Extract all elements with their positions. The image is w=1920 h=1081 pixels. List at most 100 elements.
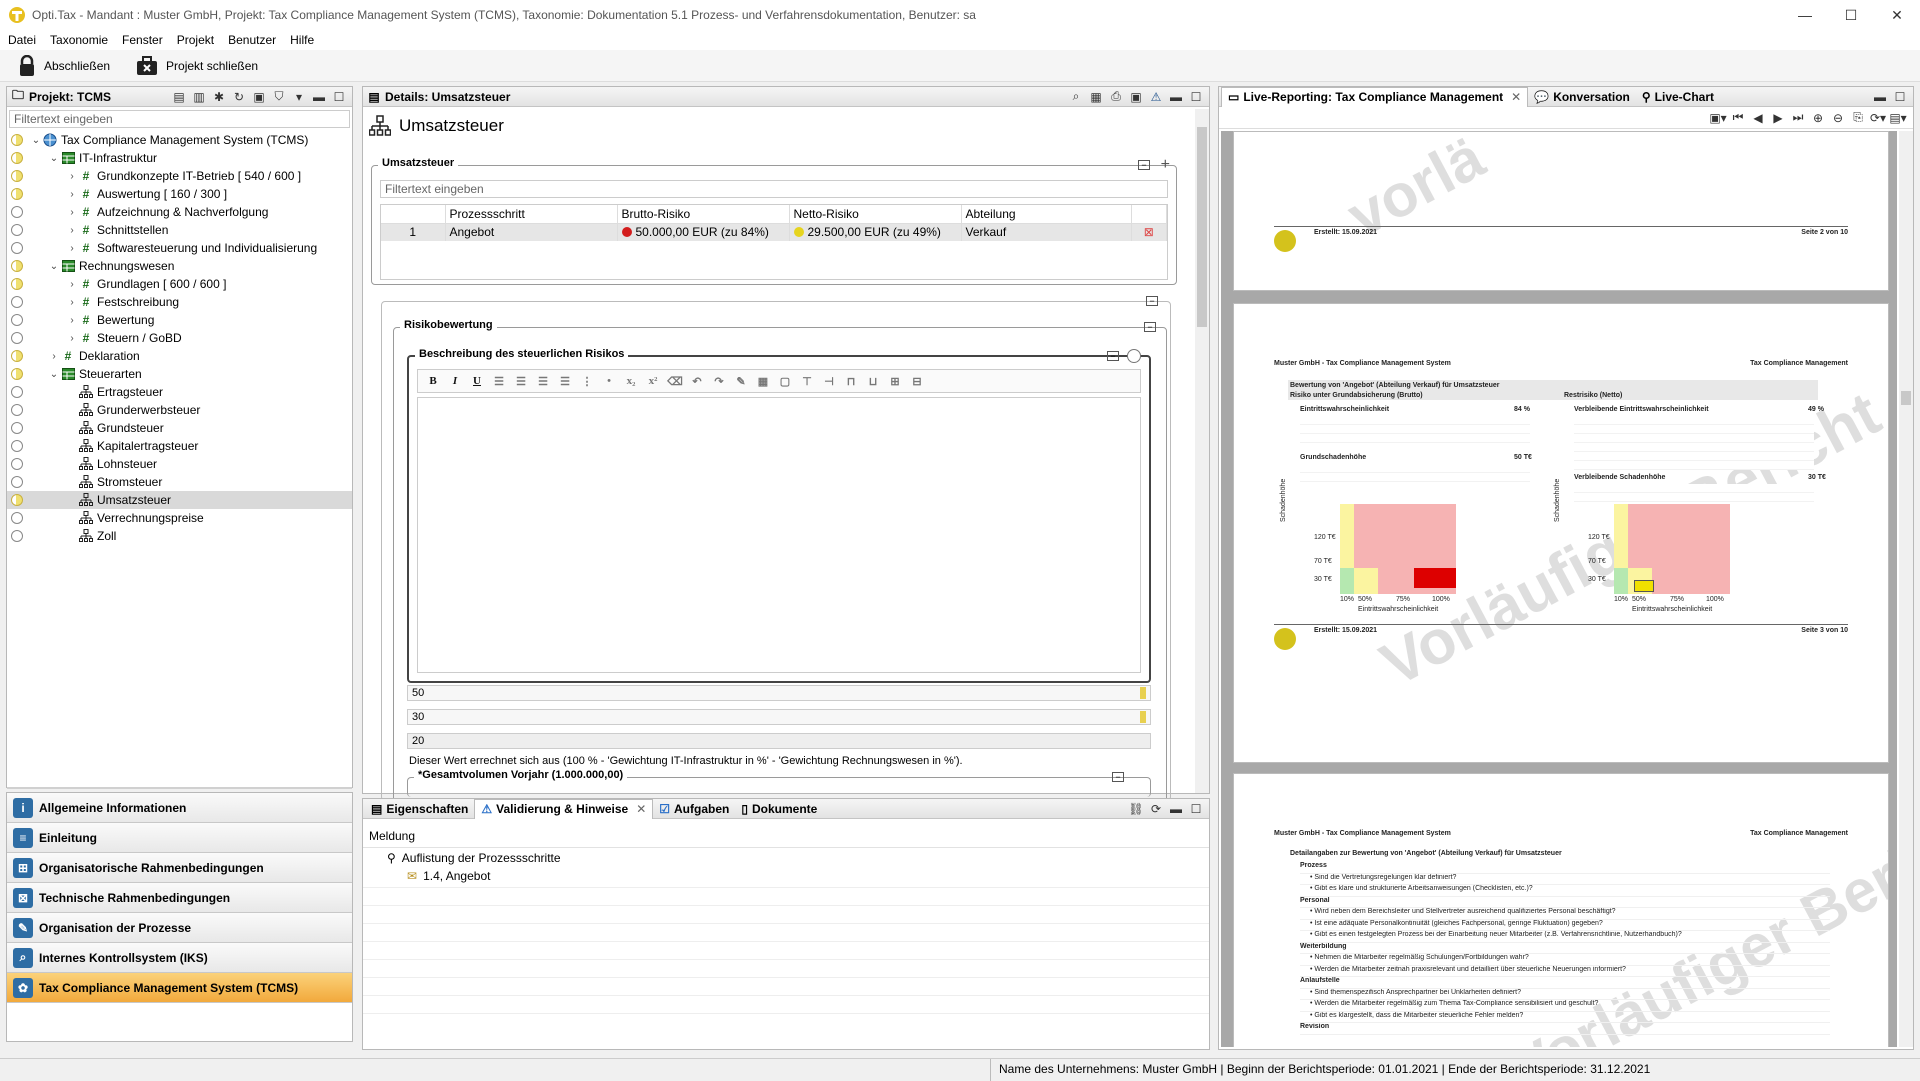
undo-icon[interactable]: ↶	[688, 373, 706, 389]
tree-item[interactable]: › # Grundkonzepte IT-Betrieb [ 540 / 600 ]	[7, 167, 352, 185]
menu-fenster[interactable]: Fenster	[122, 33, 163, 47]
justify-icon[interactable]: ☰	[556, 373, 574, 389]
collapse-group-icon[interactable]: −	[1138, 160, 1150, 170]
menu-taxonomie[interactable]: Taxonomie	[50, 33, 108, 47]
export-report-icon[interactable]: ▤▾	[1889, 111, 1906, 125]
collapse-risk-icon[interactable]: −	[1144, 322, 1156, 332]
print-icon[interactable]: ⎙	[1109, 89, 1123, 104]
message-item[interactable]: ⚲ Auflistung der Prozessschritte	[387, 851, 561, 865]
tree-item[interactable]: Umsatzsteuer	[7, 491, 352, 509]
table-row[interactable]: 1 Angebot 50.000,00 EUR (zu 84%) 29.500,…	[381, 223, 1167, 241]
redo-icon[interactable]: ↷	[710, 373, 728, 389]
italic-button[interactable]: I	[446, 373, 464, 389]
copy-icon[interactable]: ⎘	[1851, 110, 1865, 125]
chevron-right-icon[interactable]: ›	[65, 243, 79, 254]
close-window-button[interactable]: ✕	[1874, 7, 1920, 24]
collapse-outer-icon[interactable]: −	[1146, 296, 1158, 306]
numbered-list-icon[interactable]: ⋮	[578, 373, 596, 389]
column-header-netto[interactable]: Netto-Risiko	[789, 205, 962, 223]
link-icon[interactable]: ⛓	[1128, 802, 1143, 816]
tree-item[interactable]: Grundsteuer	[7, 419, 352, 437]
tree-item[interactable]: › # Softwaresteuerung und Individualisieru…	[7, 239, 352, 257]
column-header-step[interactable]: Prozessschritt	[445, 205, 618, 223]
nav-item[interactable]: ⊠ Technische Rahmenbedingungen	[7, 883, 352, 913]
insert-row-icon[interactable]: ⊤	[798, 373, 816, 389]
minimize-panel-icon[interactable]: ▬	[1873, 90, 1887, 104]
tree-item[interactable]: › # Deklaration	[7, 347, 352, 365]
layout-icon[interactable]: ▦	[1089, 90, 1103, 104]
export-icon[interactable]: ▣	[252, 90, 266, 104]
minimize-panel-icon[interactable]: ▬	[1169, 802, 1183, 816]
chevron-down-icon[interactable]: ⌄	[47, 369, 61, 380]
sync-icon[interactable]: ⟳	[1149, 802, 1163, 816]
superscript-icon[interactable]: x²	[644, 373, 662, 389]
tree-item[interactable]: › # Steuern / GoBD	[7, 329, 352, 347]
star-icon[interactable]: ✱	[212, 90, 226, 104]
zoom-out-icon[interactable]: ⊖	[1831, 111, 1845, 125]
first-page-icon[interactable]: ⏮	[1731, 110, 1745, 125]
tree-item[interactable]: ⌄ IT-Infrastruktur	[7, 149, 352, 167]
chevron-right-icon[interactable]: ›	[47, 351, 61, 362]
tab-live-reporting[interactable]: ▭ Live-Reporting: Tax Compliance Manageme…	[1221, 86, 1529, 107]
refresh-icon[interactable]: ↻	[232, 90, 246, 104]
tree-item[interactable]: Ertragsteuer	[7, 383, 352, 401]
tree-item[interactable]: › # Festschreibung	[7, 293, 352, 311]
merge-icon[interactable]: ⊓	[842, 373, 860, 389]
nav-item[interactable]: ✎ Organisation der Prozesse	[7, 913, 352, 943]
tree-item[interactable]: Grunderwerbsteuer	[7, 401, 352, 419]
bullet-list-icon[interactable]: •	[600, 373, 618, 389]
last-page-icon[interactable]: ⏭	[1791, 110, 1805, 125]
search-icon[interactable]: ⌕	[1069, 89, 1083, 104]
bold-button[interactable]: B	[424, 373, 442, 389]
warning-icon[interactable]: ⚠	[1149, 90, 1163, 104]
filter-icon[interactable]: ⛉	[272, 89, 286, 104]
eraser-icon[interactable]: ⌫	[666, 373, 684, 389]
image-icon[interactable]: ▢	[776, 373, 794, 389]
chevron-right-icon[interactable]: ›	[65, 171, 79, 182]
nav-item[interactable]: ⊞ Organisatorische Rahmenbedingungen	[7, 853, 352, 883]
close-project-button[interactable]: Projekt schließen	[136, 55, 258, 76]
report-scrollbar[interactable]	[1899, 131, 1913, 1047]
tree-item[interactable]: ⌄ Tax Compliance Management System (TCMS)	[7, 131, 352, 149]
tree-item[interactable]: › # Auswertung [ 160 / 300 ]	[7, 185, 352, 203]
chevron-right-icon[interactable]: ›	[65, 207, 79, 218]
chevron-right-icon[interactable]: ›	[65, 279, 79, 290]
chevron-right-icon[interactable]: ›	[65, 189, 79, 200]
chevron-right-icon[interactable]: ›	[65, 297, 79, 308]
tab-tasks[interactable]: ☑ Aufgaben	[653, 799, 735, 819]
menu-hilfe[interactable]: Hilfe	[290, 33, 314, 47]
tree-item[interactable]: Zoll	[7, 527, 352, 545]
tree-item[interactable]: › # Bewertung	[7, 311, 352, 329]
nav-item[interactable]: ⌕ Internes Kontrollsystem (IKS)	[7, 943, 352, 973]
maximize-button[interactable]: ☐	[1828, 7, 1874, 24]
status-circle-icon[interactable]	[1127, 349, 1141, 363]
view-menu-icon[interactable]: ▾	[292, 90, 306, 104]
risk-description-editor[interactable]	[417, 397, 1141, 673]
column-header-department[interactable]: Abteilung	[961, 205, 1132, 223]
align-left-icon[interactable]: ☰	[490, 373, 508, 389]
subscript-icon[interactable]: x₂	[622, 373, 640, 389]
chevron-right-icon[interactable]: ›	[65, 315, 79, 326]
cell-department[interactable]: Verkauf	[961, 223, 1132, 241]
process-filter-input[interactable]: Filtertext eingeben	[380, 180, 1168, 198]
tab-validation[interactable]: ⚠ Validierung & Hinweise ✕	[474, 798, 654, 819]
maximize-panel-icon[interactable]: ☐	[1893, 90, 1907, 104]
project-filter-input[interactable]: Filtertext eingeben	[9, 110, 350, 128]
next-page-icon[interactable]: ▶	[1771, 111, 1785, 125]
minimize-panel-icon[interactable]: ▬	[1169, 90, 1183, 104]
menu-benutzer[interactable]: Benutzer	[228, 33, 276, 47]
tree-item[interactable]: Stromsteuer	[7, 473, 352, 491]
maximize-panel-icon[interactable]: ☐	[1189, 802, 1203, 816]
expand-all-icon[interactable]: ▥	[192, 90, 206, 104]
delete-row-icon[interactable]: ⊠	[1131, 223, 1167, 241]
details-scrollbar[interactable]	[1195, 109, 1209, 793]
close-tab-icon[interactable]: ✕	[636, 802, 646, 816]
add-icon[interactable]: +	[1161, 156, 1170, 174]
maximize-panel-icon[interactable]: ☐	[332, 90, 346, 104]
tree-item[interactable]: Lohnsteuer	[7, 455, 352, 473]
tree-item[interactable]: › # Schnittstellen	[7, 221, 352, 239]
close-tab-icon[interactable]: ✕	[1511, 90, 1521, 104]
tree-item[interactable]: ⌄ Rechnungswesen	[7, 257, 352, 275]
nav-item[interactable]: ≡ Einleitung	[7, 823, 352, 853]
table-props-icon[interactable]: ⊟	[908, 373, 926, 389]
